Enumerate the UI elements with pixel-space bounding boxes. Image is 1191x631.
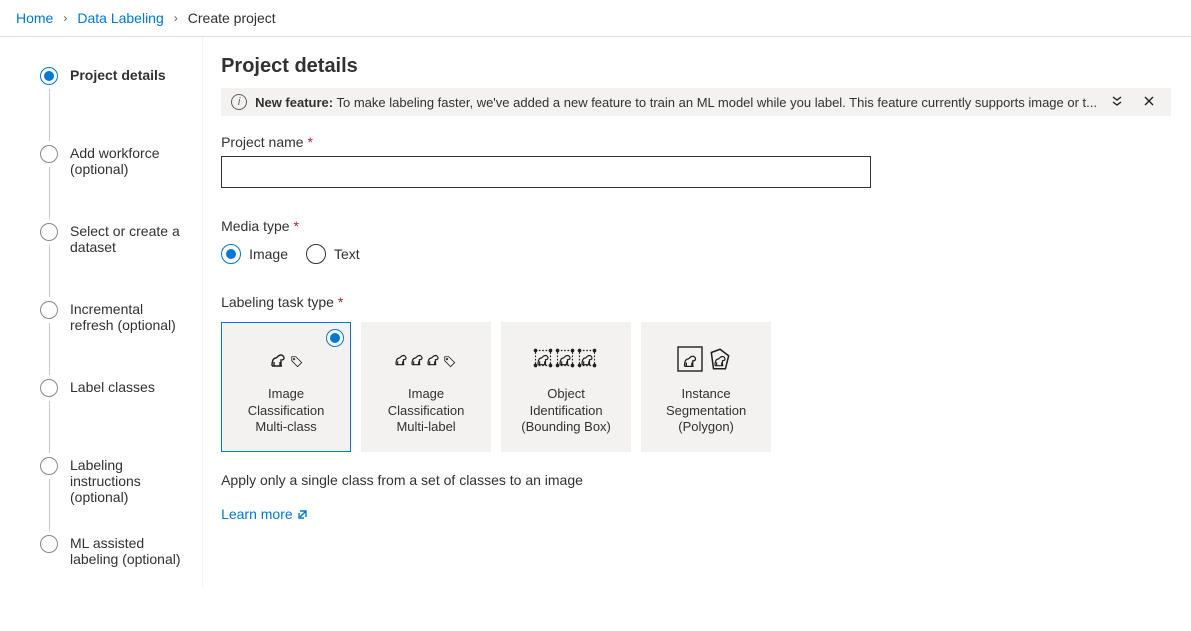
media-type-option[interactable]: Text [306, 244, 360, 264]
task-type-card[interactable]: ObjectIdentification(Bounding Box) [501, 322, 631, 452]
task-description: Apply only a single class from a set of … [221, 472, 1171, 488]
card-icon [675, 338, 737, 378]
close-icon [1143, 95, 1155, 107]
info-icon: i [231, 94, 247, 110]
step-bullet-icon [40, 301, 58, 319]
wizard-step[interactable]: Add workforce (optional) [40, 145, 182, 223]
step-connector [49, 479, 50, 531]
radio-label: Text [334, 246, 360, 262]
breadcrumb-data-labeling[interactable]: Data Labeling [77, 10, 163, 26]
task-type-card[interactable]: InstanceSegmentation(Polygon) [641, 322, 771, 452]
task-type-card[interactable]: ImageClassificationMulti-class [221, 322, 351, 452]
breadcrumb-current: Create project [188, 10, 276, 26]
chevron-right-icon: › [63, 11, 67, 25]
step-label: Project details [70, 67, 166, 83]
step-bullet-icon [40, 67, 58, 85]
info-text: New feature: To make labeling faster, we… [255, 95, 1097, 110]
breadcrumb-home[interactable]: Home [16, 10, 53, 26]
card-icon [262, 338, 310, 378]
step-label: Labeling instructions (optional) [70, 457, 182, 505]
page-title: Project details [221, 55, 1171, 78]
step-bullet-icon [40, 457, 58, 475]
chevron-double-down-icon [1111, 95, 1123, 107]
step-connector [49, 323, 50, 375]
step-connector [49, 245, 50, 297]
wizard-step[interactable]: Label classes [40, 379, 182, 457]
card-title: ImageClassificationMulti-class [248, 386, 325, 437]
task-type-label: Labeling task type * [221, 294, 1171, 310]
breadcrumb: Home › Data Labeling › Create project [0, 0, 1191, 37]
wizard-step[interactable]: Project details [40, 67, 182, 145]
card-title: ImageClassificationMulti-label [388, 386, 465, 437]
wizard-step[interactable]: ML assisted labeling (optional) [40, 535, 182, 567]
step-bullet-icon [40, 535, 58, 553]
step-connector [49, 89, 50, 141]
step-connector [49, 167, 50, 219]
wizard-step[interactable]: Incremental refresh (optional) [40, 301, 182, 379]
step-label: Label classes [70, 379, 155, 395]
expand-banner-button[interactable] [1105, 95, 1129, 110]
media-type-option[interactable]: Image [221, 244, 288, 264]
wizard-steps-sidebar: Project details Add workforce (optional)… [0, 37, 203, 587]
project-name-label: Project name * [221, 134, 1171, 150]
task-type-card[interactable]: ImageClassificationMulti-label [361, 322, 491, 452]
close-banner-button[interactable] [1137, 95, 1161, 110]
card-title: ObjectIdentification(Bounding Box) [521, 386, 611, 437]
step-label: Incremental refresh (optional) [70, 301, 182, 333]
wizard-step[interactable]: Labeling instructions (optional) [40, 457, 182, 535]
radio-icon [306, 244, 326, 264]
learn-more-link[interactable]: Learn more [221, 506, 309, 522]
step-bullet-icon [40, 379, 58, 397]
card-title: InstanceSegmentation(Polygon) [666, 386, 746, 437]
main-content: Project details i New feature: To make l… [203, 37, 1191, 587]
step-label: ML assisted labeling (optional) [70, 535, 182, 567]
media-type-label: Media type * [221, 218, 1171, 234]
wizard-step[interactable]: Select or create a dataset [40, 223, 182, 301]
step-connector [49, 401, 50, 453]
step-bullet-icon [40, 145, 58, 163]
external-link-icon [297, 508, 309, 520]
step-label: Add workforce (optional) [70, 145, 182, 177]
selected-radio-icon [326, 329, 344, 347]
radio-label: Image [249, 246, 288, 262]
info-banner: i New feature: To make labeling faster, … [221, 88, 1171, 116]
radio-icon [221, 244, 241, 264]
step-bullet-icon [40, 223, 58, 241]
project-name-input[interactable] [221, 156, 871, 188]
card-icon [531, 338, 601, 378]
step-label: Select or create a dataset [70, 223, 182, 255]
chevron-right-icon: › [174, 11, 178, 25]
card-icon [391, 338, 461, 378]
